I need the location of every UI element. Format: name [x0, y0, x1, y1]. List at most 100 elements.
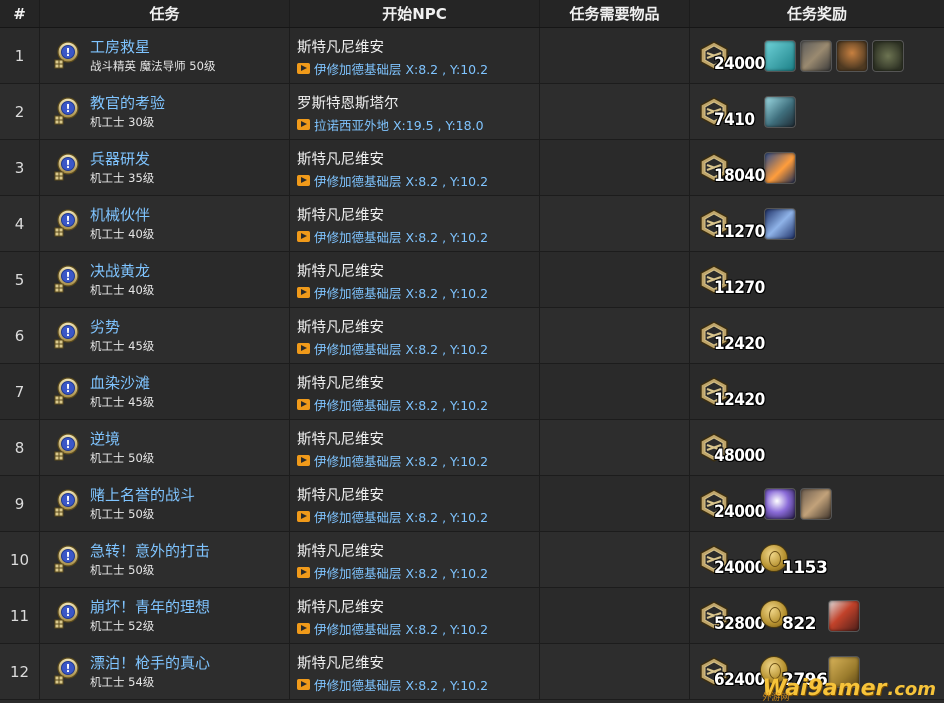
quest-requirement: 机工士 54级 — [90, 675, 155, 689]
reward-item-icon[interactable] — [836, 40, 868, 72]
reward-list: 24000 — [698, 488, 832, 522]
reward-item-icon[interactable] — [764, 40, 796, 72]
reward-item-icon[interactable] — [800, 40, 832, 72]
npc-location-link[interactable]: 伊修加德基础层 X:8.2 , Y:10.2 — [297, 507, 488, 526]
reward-item-icon[interactable] — [764, 152, 796, 184]
required-items — [540, 140, 690, 195]
npc-location-text: 伊修加德基础层 X:8.2 , Y:10.2 — [314, 230, 489, 245]
quest-icon: ! — [50, 320, 82, 352]
quest-title-link[interactable]: 劣势 — [90, 316, 120, 337]
npc-name: 斯特凡尼维安 — [297, 656, 384, 672]
quest-title-link[interactable]: 教官的考验 — [90, 92, 165, 113]
quest-icon: ! — [50, 208, 82, 240]
quest-requirement: 机工士 40级 — [90, 227, 155, 241]
row-number: 10 — [9, 550, 30, 569]
quest-table: # 任务 开始NPC 任务需要物品 任务奖励 1! 工房救星 战斗精英 魔法导师 5… — [0, 0, 944, 703]
exp-value: 12420 — [714, 390, 765, 410]
npc-location-link[interactable]: 伊修加德基础层 X:8.2 , Y:10.2 — [297, 451, 488, 470]
quest-title-link[interactable]: 崩坏！青年的理想 — [90, 596, 210, 617]
table-row: 3! 兵器研发 机工士 35级 斯特凡尼维安 伊修加德基础层 X:8.2 , Y:10.… — [0, 140, 944, 196]
quest-title-link[interactable]: 急转！意外的打击 — [90, 540, 210, 561]
row-number: 12 — [9, 662, 30, 681]
table-row: 2! 教官的考验 机工士 30级 罗斯特恩斯塔尔 拉诺西亚外地 X:19.5 , Y:1… — [0, 84, 944, 140]
header-npc: 开始NPC — [290, 0, 540, 27]
quest-requirement: 机工士 35级 — [90, 171, 155, 185]
npc-name: 斯特凡尼维安 — [297, 376, 384, 392]
npc-location-link[interactable]: 伊修加德基础层 X:8.2 , Y:10.2 — [297, 339, 488, 358]
reward-list: 48000 — [698, 432, 765, 466]
exp-reward: 11270 — [698, 208, 765, 242]
table-header: # 任务 开始NPC 任务需要物品 任务奖励 — [0, 0, 944, 28]
required-items — [540, 588, 690, 643]
quest-icon: ! — [50, 488, 82, 520]
reward-item-icon[interactable] — [828, 600, 860, 632]
required-items — [540, 420, 690, 475]
reward-item-icon[interactable] — [764, 208, 796, 240]
quest-title-link[interactable]: 赌上名誉的战斗 — [90, 484, 195, 505]
quest-icon: ! — [50, 40, 82, 72]
quest-title-link[interactable]: 决战黄龙 — [90, 260, 150, 281]
svg-text:!: ! — [65, 550, 70, 563]
map-pin-icon — [297, 455, 310, 466]
map-pin-icon — [297, 63, 310, 74]
reward-list: 7410 — [698, 96, 796, 130]
map-pin-icon — [297, 175, 310, 186]
npc-location-link[interactable]: 拉诺西亚外地 X:19.5 , Y:18.0 — [297, 115, 484, 134]
svg-text:!: ! — [65, 494, 70, 507]
header-num: # — [0, 0, 40, 27]
npc-location-link[interactable]: 伊修加德基础层 X:8.2 , Y:10.2 — [297, 283, 488, 302]
svg-text:!: ! — [65, 326, 70, 339]
gil-value: 822 — [782, 614, 817, 634]
row-number: 5 — [14, 270, 25, 289]
row-number: 7 — [14, 382, 25, 401]
reward-item-icon[interactable] — [800, 488, 832, 520]
exp-reward: 12420 — [698, 320, 765, 354]
quest-title-link[interactable]: 漂泊！枪手的真心 — [90, 652, 210, 673]
npc-location-text: 伊修加德基础层 X:8.2 , Y:10.2 — [314, 510, 489, 525]
npc-location-link[interactable]: 伊修加德基础层 X:8.2 , Y:10.2 — [297, 619, 488, 638]
reward-item-icon[interactable] — [764, 96, 796, 128]
npc-location-link[interactable]: 伊修加德基础层 X:8.2 , Y:10.2 — [297, 395, 488, 414]
npc-location-link[interactable]: 伊修加德基础层 X:8.2 , Y:10.2 — [297, 59, 488, 78]
table-row: 8! 逆境 机工士 50级 斯特凡尼维安 伊修加德基础层 X:8.2 , Y:10.2 4… — [0, 420, 944, 476]
reward-item-icon[interactable] — [764, 488, 796, 520]
quest-title-link[interactable]: 逆境 — [90, 428, 120, 449]
exp-reward: 62400 — [698, 656, 765, 690]
npc-location-text: 伊修加德基础层 X:8.2 , Y:10.2 — [314, 622, 489, 637]
reward-list: 12420 — [698, 320, 765, 354]
gil-reward: 822 — [760, 600, 824, 634]
table-row: 10! 急转！意外的打击 机工士 50级 斯特凡尼维安 伊修加德基础层 X:8.2 , … — [0, 532, 944, 588]
npc-location-link[interactable]: 伊修加德基础层 X:8.2 , Y:10.2 — [297, 563, 488, 582]
quest-title-link[interactable]: 工房救星 — [90, 36, 150, 57]
row-number: 9 — [14, 494, 25, 513]
npc-location-link[interactable]: 伊修加德基础层 X:8.2 , Y:10.2 — [297, 675, 488, 694]
gil-reward: 1153 — [760, 544, 828, 578]
npc-location-text: 伊修加德基础层 X:8.2 , Y:10.2 — [314, 678, 489, 693]
required-items — [540, 84, 690, 139]
npc-location-link[interactable]: 伊修加德基础层 X:8.2 , Y:10.2 — [297, 227, 488, 246]
gil-value: 1153 — [782, 558, 828, 578]
exp-value: 11270 — [714, 222, 765, 242]
required-items — [540, 196, 690, 251]
header-items: 任务需要物品 — [540, 0, 690, 27]
reward-list: 11270 — [698, 264, 765, 298]
row-number: 4 — [14, 214, 25, 233]
quest-icon: ! — [50, 432, 82, 464]
header-quest: 任务 — [40, 0, 290, 27]
npc-name: 斯特凡尼维安 — [297, 320, 384, 336]
map-pin-icon — [297, 623, 310, 634]
npc-location-text: 伊修加德基础层 X:8.2 , Y:10.2 — [314, 566, 489, 581]
npc-location-link[interactable]: 伊修加德基础层 X:8.2 , Y:10.2 — [297, 171, 488, 190]
exp-value: 24000 — [714, 558, 765, 578]
quest-title-link[interactable]: 机械伙伴 — [90, 204, 150, 225]
quest-requirement: 机工士 45级 — [90, 339, 155, 353]
table-row: 7! 血染沙滩 机工士 45级 斯特凡尼维安 伊修加德基础层 X:8.2 , Y:10.… — [0, 364, 944, 420]
exp-reward: 18040 — [698, 152, 765, 186]
reward-item-icon[interactable] — [872, 40, 904, 72]
quest-title-link[interactable]: 兵器研发 — [90, 148, 150, 169]
exp-reward: 24000 — [698, 40, 765, 74]
quest-title-link[interactable]: 血染沙滩 — [90, 372, 150, 393]
header-reward: 任务奖励 — [786, 5, 847, 23]
table-row: 9! 赌上名誉的战斗 机工士 50级 斯特凡尼维安 伊修加德基础层 X:8.2 , Y:… — [0, 476, 944, 532]
quest-icon: ! — [50, 264, 82, 296]
